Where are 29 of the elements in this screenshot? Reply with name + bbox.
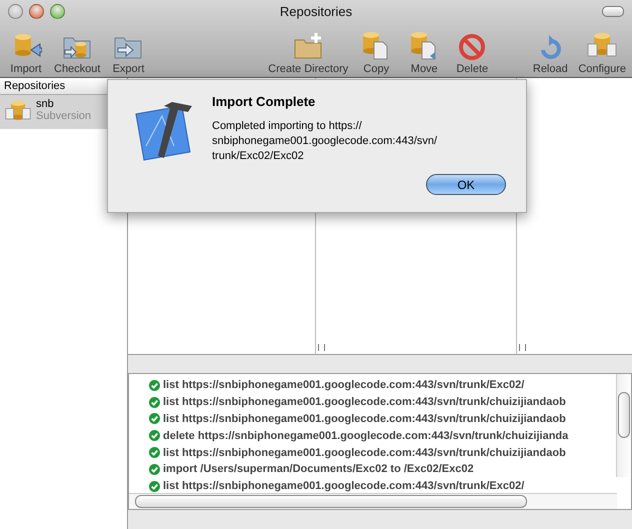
toolbar-button[interactable]: Export (106, 30, 150, 77)
log-line: list https://snbiphonegame001.googlecode.com:443/svn/trunk/Exc02/ (163, 480, 524, 492)
toolbar-button[interactable]: Create Directory (266, 30, 350, 77)
toolbar-button[interactable]: Copy (354, 30, 398, 77)
log-line: delete https://snbiphonegame001.googlecode.com:443/svn/trunk/chuizijianda (163, 430, 568, 442)
dialog-message: Completed importing to https:// snbiphonegame001.googlecode.com:443/svn/ trunk/Exc02/Exc02 (212, 119, 438, 164)
log-line: import /Users/superman/Documents/Exc02 to /Exc02/Exc02 (163, 463, 474, 476)
toolbar-button[interactable]: Reload (528, 30, 572, 77)
window-title: Repositories (280, 4, 352, 18)
toolbar-button[interactable]: Delete (450, 30, 494, 77)
ok-button[interactable]: OK (426, 174, 506, 195)
dialog-title: Import Complete (212, 94, 316, 109)
window-zoom-button[interactable] (50, 4, 65, 19)
toolbar-button[interactable]: Move (402, 30, 446, 77)
toolbar-toggle-button[interactable] (602, 6, 624, 17)
repository-type: Subversion (36, 110, 92, 122)
window-close-button[interactable] (29, 4, 44, 19)
toolbar-button[interactable]: Configure (576, 30, 628, 77)
vertical-scrollbar[interactable] (616, 374, 631, 477)
toolbar-button[interactable]: Import (4, 30, 48, 77)
log-line: list https://snbiphonegame001.googlecode.com:443/svn/trunk/chuizijiandaob (163, 396, 566, 408)
column-resize-handle[interactable] (519, 344, 526, 351)
log-line: list https://snbiphonegame001.googlecode.com:443/svn/trunk/chuizijiandaob (163, 446, 566, 459)
horizontal-scrollbar[interactable] (129, 493, 617, 509)
log-line: list https://snbiphonegame001.googlecode.com:443/svn/trunk/Exc02/ (163, 379, 524, 392)
log-line: list https://snbiphonegame001.googlecode.com:443/svn/trunk/chuizijiandaob (163, 412, 566, 425)
column-resize-handle[interactable] (318, 344, 325, 351)
repository-name: snb (36, 98, 55, 110)
toolbar-button[interactable]: Checkout (52, 30, 102, 77)
